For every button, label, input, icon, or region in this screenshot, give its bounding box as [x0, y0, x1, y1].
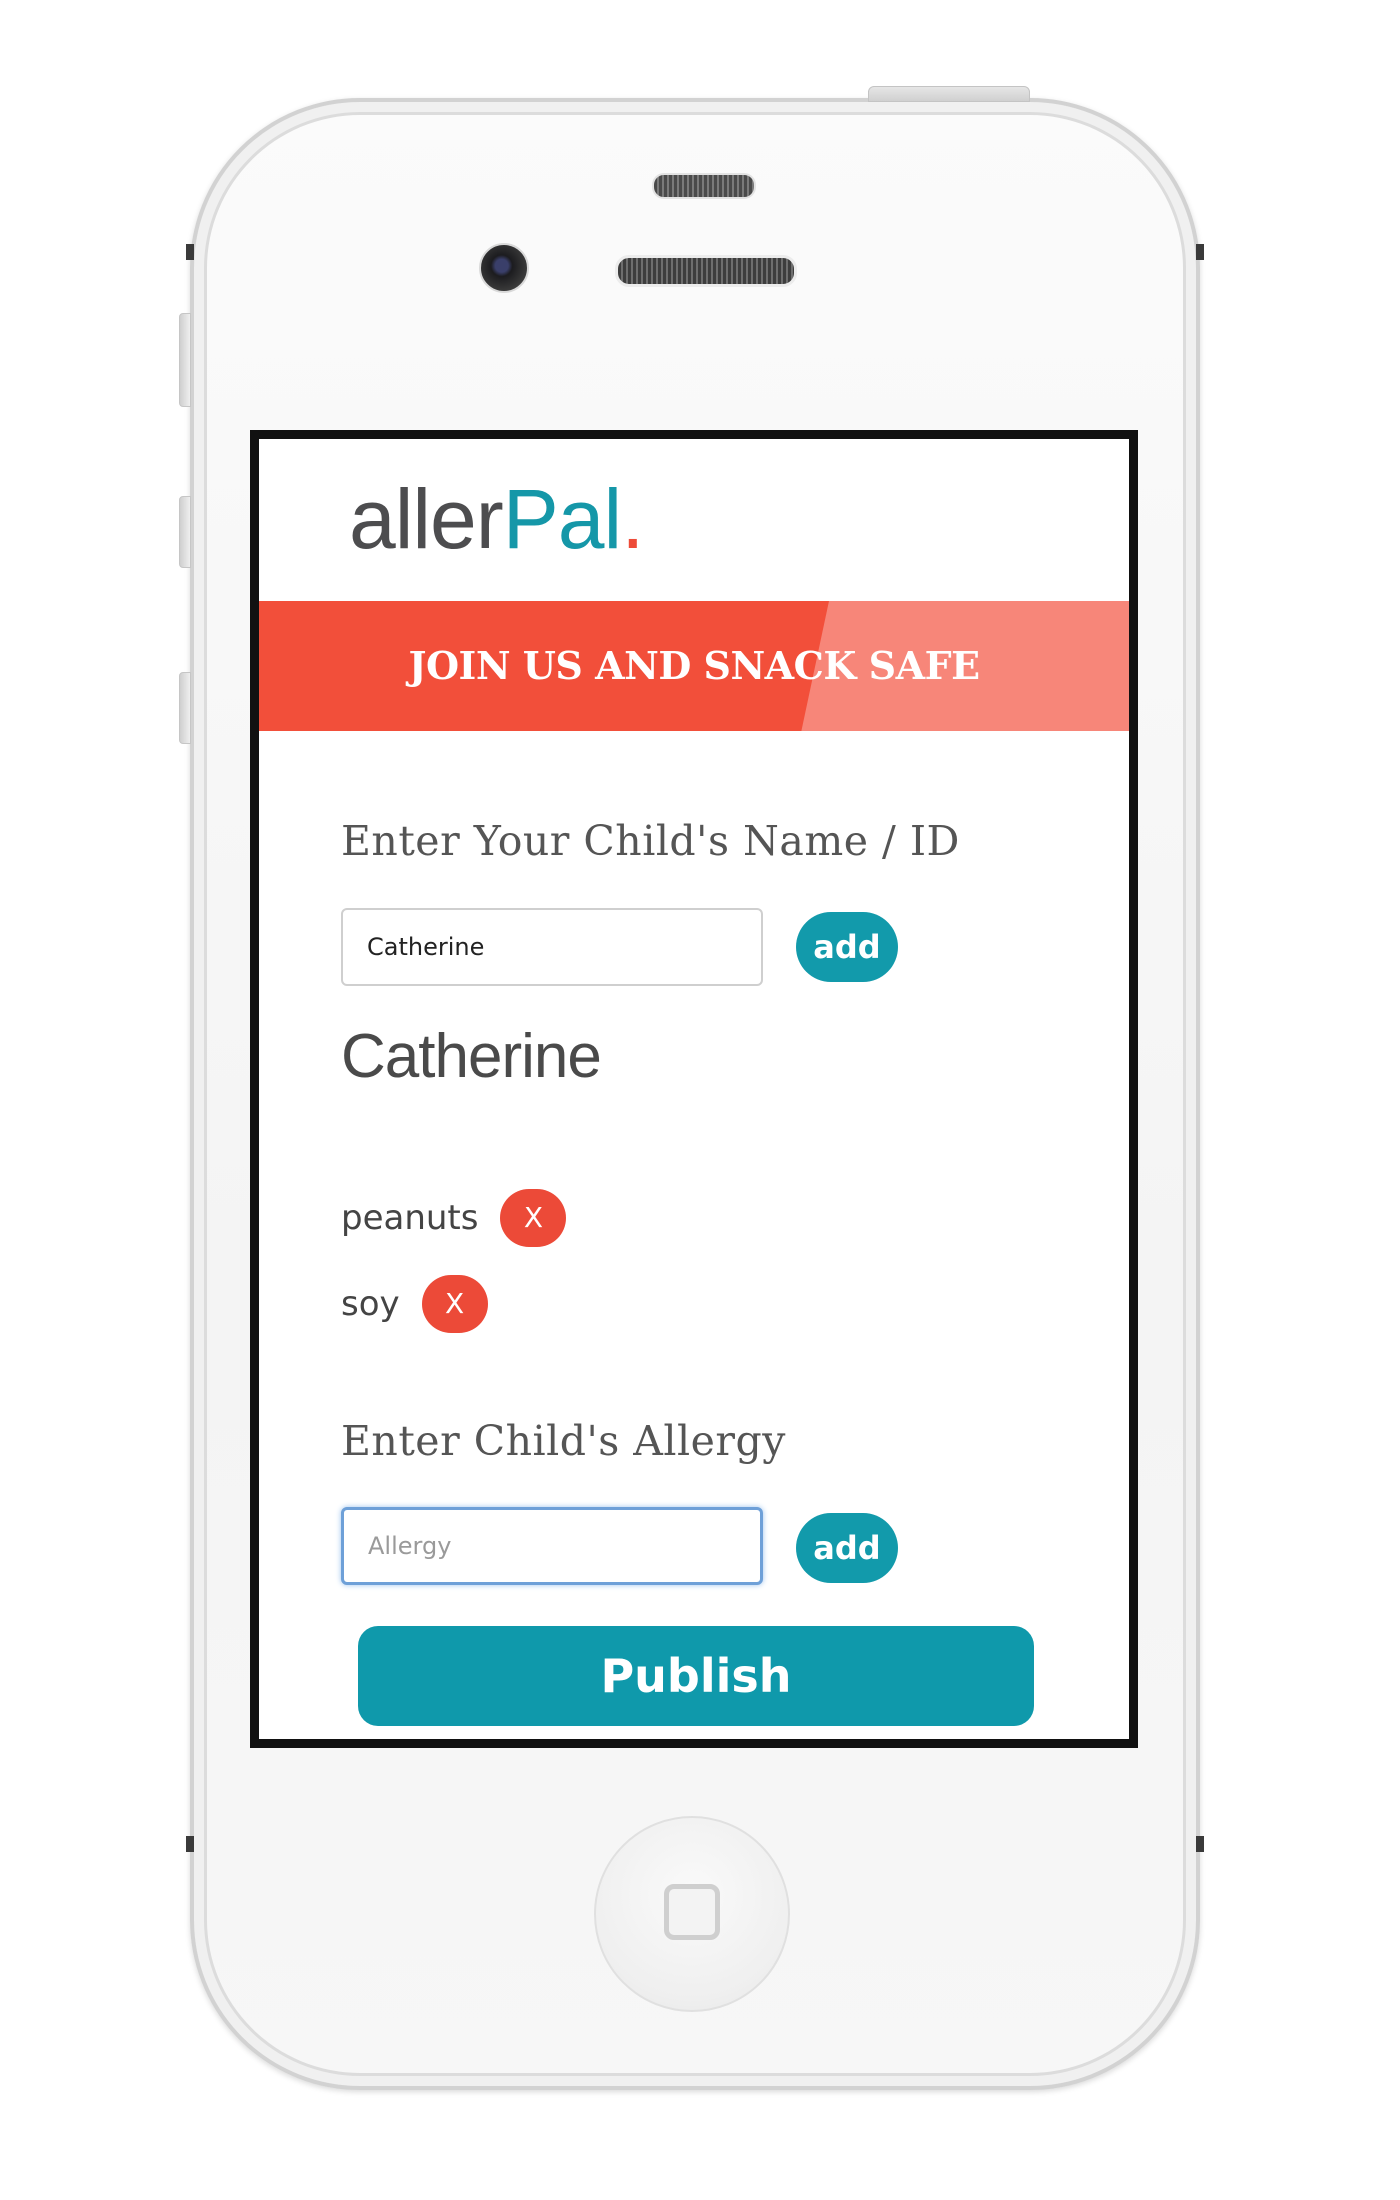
child-name-heading: Catherine — [341, 1022, 602, 1091]
child-name-input[interactable] — [341, 908, 763, 986]
banner-text: JOIN US AND SNACK SAFE — [408, 643, 980, 688]
logo-dot: . — [621, 472, 644, 566]
phone-screen: allerPal. JOIN US AND SNACK SAFE Enter Y… — [250, 430, 1138, 1748]
mute-switch — [179, 313, 191, 407]
front-camera-icon — [479, 243, 529, 293]
publish-button[interactable]: Publish — [358, 1626, 1034, 1726]
allerpal-logo: allerPal. — [349, 477, 645, 561]
allergy-item: soy X — [341, 1273, 488, 1335]
allergy-name: peanuts — [341, 1198, 479, 1238]
volume-up-button — [179, 496, 191, 568]
power-button — [868, 86, 1030, 102]
home-button-icon — [664, 1884, 720, 1940]
add-allergy-button[interactable]: add — [796, 1513, 898, 1583]
allergy-item: peanuts X — [341, 1187, 567, 1249]
add-child-button[interactable]: add — [796, 912, 898, 982]
volume-down-button — [179, 672, 191, 744]
antenna-band — [186, 244, 194, 260]
home-button[interactable] — [594, 1816, 790, 2012]
app-view: allerPal. JOIN US AND SNACK SAFE Enter Y… — [259, 439, 1129, 1739]
child-name-label: Enter Your Child's Name / ID — [341, 817, 960, 865]
remove-allergy-button[interactable]: X — [500, 1189, 567, 1247]
speaker-icon — [615, 255, 797, 287]
antenna-band — [186, 1836, 194, 1852]
remove-allergy-button[interactable]: X — [421, 1275, 488, 1333]
allergy-input[interactable] — [341, 1507, 763, 1585]
allergy-label: Enter Child's Allergy — [341, 1417, 786, 1465]
logo-text-pal: Pal — [502, 472, 622, 566]
antenna-band — [1196, 1836, 1204, 1852]
promo-banner: JOIN US AND SNACK SAFE — [259, 601, 1129, 731]
allergy-name: soy — [341, 1284, 400, 1324]
proximity-sensor — [652, 173, 756, 199]
logo-text-aller: aller — [349, 472, 504, 566]
antenna-band — [1196, 244, 1204, 260]
